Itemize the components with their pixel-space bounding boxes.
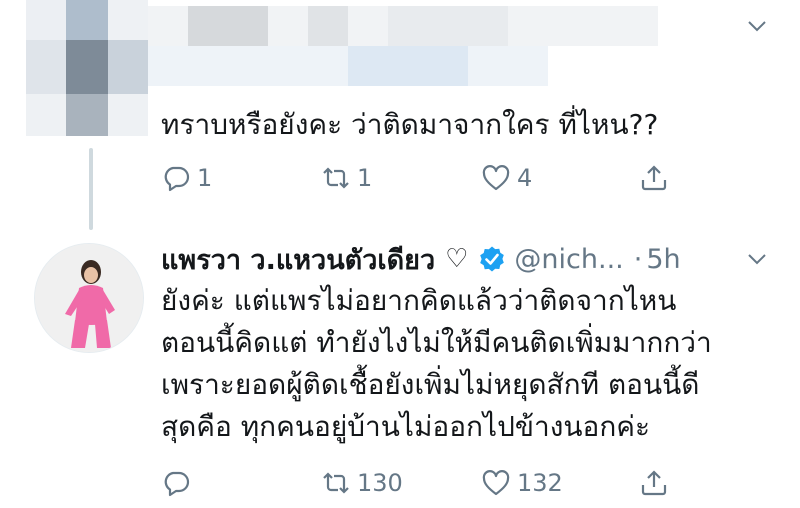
tweet-text-line: ตอนนี้คิดแต่ ทำยังไงไม่ให้มีคนติดเพิ่มมา…	[161, 326, 712, 359]
tweet-text-line: เพราะยอดผู้ติดเชื้อยังเพิ่มไม่หยุดสักที …	[161, 368, 700, 401]
share-icon	[641, 165, 667, 191]
reply-count: 1	[197, 164, 213, 192]
name-heart-emoji: ♡	[445, 244, 469, 274]
thread-connector-line	[89, 148, 93, 230]
avatar[interactable]	[34, 243, 144, 353]
retweet-icon	[323, 472, 349, 494]
verified-badge-icon	[480, 246, 505, 272]
retweet-button[interactable]: 130	[321, 465, 403, 501]
retweet-count: 130	[357, 469, 403, 497]
tweet-text-line: สุดคือ ทุกคนอยู่บ้านไม่ออกไปข้างนอกค่ะ	[161, 410, 651, 443]
chevron-down-icon[interactable]	[747, 252, 767, 266]
like-button[interactable]: 4	[481, 160, 532, 196]
reply-button[interactable]: 1	[161, 160, 212, 196]
like-count: 4	[517, 164, 533, 192]
tweet-text-line: ยังค่ะ แต่แพรไม่อยากคิดแล้วว่าติดจากไหน	[161, 284, 677, 317]
like-button[interactable]: 132	[481, 465, 563, 501]
display-name[interactable]: แพรวา ว.แหวนตัวเดียว	[161, 238, 435, 281]
share-button[interactable]	[639, 465, 669, 501]
like-icon	[482, 470, 510, 496]
first-tweet-actions: 1 1 4	[161, 160, 681, 196]
blurred-tweet-header	[0, 0, 800, 136]
retweet-icon	[323, 167, 349, 189]
like-icon	[482, 165, 510, 191]
first-tweet-text: ทราบหรือยังคะ ว่าติดมาจากใคร ที่ไหน??	[161, 108, 659, 141]
second-tweet-actions: 130 132	[161, 465, 681, 501]
like-count: 132	[517, 469, 563, 497]
chevron-down-icon[interactable]	[747, 19, 767, 33]
user-handle[interactable]: @nich...	[514, 244, 623, 275]
reply-button[interactable]	[161, 465, 197, 501]
separator-dot: ·	[633, 243, 643, 275]
share-icon	[641, 470, 667, 496]
reply-icon	[164, 166, 190, 192]
avatar-photo	[35, 244, 143, 352]
retweet-count: 1	[357, 164, 373, 192]
retweet-button[interactable]: 1	[321, 160, 372, 196]
timestamp[interactable]: 5h	[646, 244, 680, 275]
tweet-header: แพรวา ว.แหวนตัวเดียว ♡ @nich... · 5h	[161, 238, 681, 280]
reply-icon	[164, 471, 190, 497]
share-button[interactable]	[639, 160, 669, 196]
